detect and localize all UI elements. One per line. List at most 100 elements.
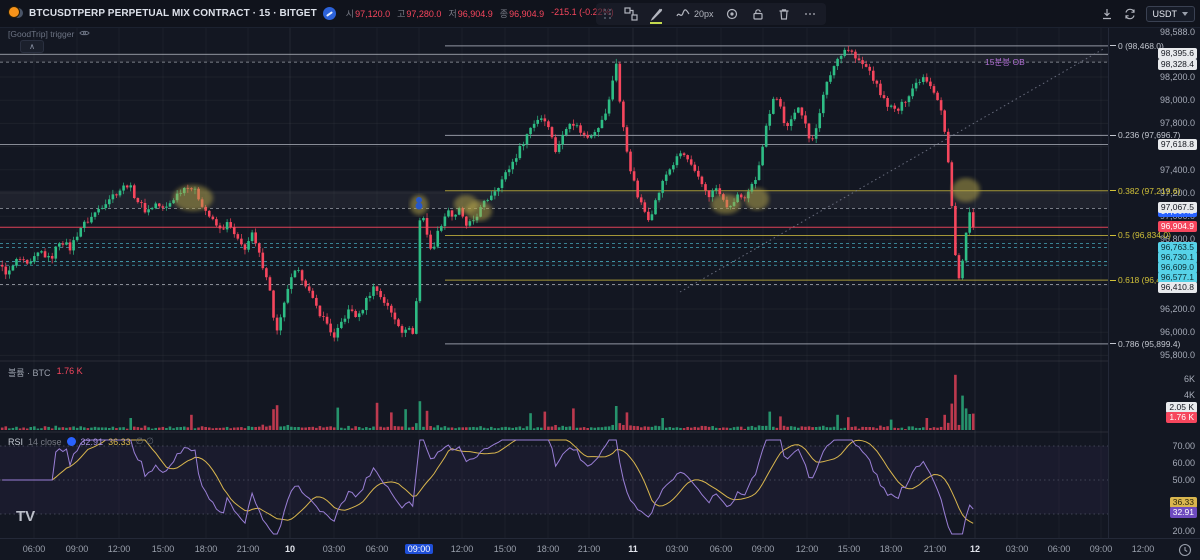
time-tick: 03:00 — [1005, 544, 1029, 554]
time-tick: 03:00 — [665, 544, 689, 554]
time-tick: 11 — [628, 544, 638, 554]
fib-label-text: 0 (98,468.0) — [1118, 40, 1164, 51]
rsi-params: 14 close — [28, 436, 62, 447]
volume-value: 1.76 K — [56, 366, 83, 376]
chart-canvas[interactable] — [0, 28, 1108, 538]
high-label: 고 — [397, 8, 406, 19]
freehand-brush-icon[interactable] — [675, 7, 690, 22]
time-tick: 10 — [284, 544, 295, 554]
time-tick: 09:00 — [397, 544, 441, 554]
brush-size-label[interactable]: 20px — [694, 9, 714, 19]
rsi-value: 32.91 — [80, 436, 104, 447]
fib-level-label: 0.786 (95,899.4) — [1110, 339, 1180, 349]
volume-pane-legend[interactable]: 볼륨 · BTC 1.76 K — [8, 366, 83, 379]
price-tick: 97,800.0 — [1159, 118, 1195, 129]
pencil-icon[interactable] — [649, 7, 664, 24]
top-right-controls: USDT — [1100, 3, 1195, 25]
volume-series — [0, 374, 975, 430]
symbol-coin-icon — [8, 5, 23, 21]
symbol-row[interactable]: BTCUSDTPERP PERPETUAL MIX CONTRACT · 15 … — [8, 4, 614, 22]
low-value: 96,904.9 — [457, 8, 493, 19]
rsi-tick: 50.00 — [1172, 475, 1195, 485]
price-tick: 97,400.0 — [1159, 164, 1195, 175]
close-label: 종 — [499, 8, 509, 19]
ohlc-legend: 시97,120.0 고97,280.0 저96,904.9 종96,904.9 … — [346, 7, 614, 20]
timezone-clock-icon[interactable] — [1178, 543, 1192, 557]
more-options-icon[interactable] — [803, 7, 818, 22]
time-tick: 18:00 — [194, 544, 218, 554]
time-tick: 18:00 — [536, 544, 560, 554]
rsi-title: RSI — [8, 436, 24, 447]
target-icon[interactable] — [725, 7, 740, 22]
fib-tick-mark — [1110, 134, 1116, 136]
highlight-blob — [952, 178, 980, 202]
rsi-empty-values: ∅ ∅ — [135, 436, 154, 446]
time-tick: 21:00 — [577, 544, 601, 554]
time-tick: 15:00 — [837, 544, 861, 554]
refresh-icon[interactable] — [1123, 7, 1138, 22]
high-value: 97,280.0 — [406, 8, 442, 19]
open-value: 97,120.0 — [355, 8, 391, 19]
price-tick: 95,800.0 — [1159, 350, 1195, 361]
price-tick: 98,588.0 — [1159, 26, 1195, 37]
fib-tick-mark — [1110, 234, 1116, 236]
time-tick: 12:00 — [450, 544, 474, 554]
time-tick: 06:00 — [22, 544, 46, 554]
top-toolbar: BTCUSDTPERP PERPETUAL MIX CONTRACT · 15 … — [0, 0, 1200, 28]
rsi-source-icon — [66, 437, 76, 446]
rsi-ma-value: 36.33 — [108, 436, 131, 447]
broker-icon — [322, 6, 336, 20]
time-tick: 21:00 — [923, 544, 947, 554]
chart-marker — [415, 202, 423, 210]
time-tick: 12:00 — [1131, 544, 1155, 554]
time-tick: 09:00 — [1089, 544, 1113, 554]
chart-marker — [416, 197, 422, 203]
time-tick: 15:00 — [493, 544, 517, 554]
currency-dropdown[interactable]: USDT — [1145, 6, 1195, 22]
rsi-pane-legend[interactable]: RSI 14 close 32.91 36.33 ∅ ∅ — [8, 436, 154, 447]
price-tick: 96,000.0 — [1159, 327, 1195, 338]
price-badge: 98,395.6 — [1157, 48, 1197, 59]
price-badge: 96,410.8 — [1157, 282, 1197, 293]
chart-title[interactable]: BTCUSDTPERP PERPETUAL MIX CONTRACT · 15 … — [29, 8, 317, 19]
time-axis[interactable]: 06:00 09:00 12:00 15:00 18:00 21:00 10 03:00 06:… — [0, 538, 1200, 560]
download-icon[interactable] — [1100, 7, 1115, 22]
volume-label: 볼륨 · BTC — [8, 368, 51, 378]
tradingview-chart-app: BTCUSDTPERP PERPETUAL MIX CONTRACT · 15 … — [0, 0, 1200, 560]
fib-label-text: 0.786 (95,899.4) — [1118, 338, 1181, 349]
time-tick: 09:00 — [751, 544, 775, 554]
drawing-toolbar: 20px — [596, 3, 826, 25]
highlight-blob — [466, 201, 492, 221]
indicator-row-script[interactable]: [GoodTrip] trigger — [8, 29, 90, 39]
fib-label-text: 0.382 (97,219.6) — [1118, 185, 1181, 196]
highlight-blob — [745, 188, 769, 210]
chevron-down-icon — [1182, 12, 1188, 16]
volume-tick: 4K — [1183, 390, 1195, 400]
price-axis[interactable]: 98,588.0 98,200.0 98,000.0 97,800.0 97,400.0… — [1108, 0, 1200, 538]
time-tick: 21:00 — [236, 544, 260, 554]
time-tick: 06:00 — [365, 544, 389, 554]
time-tick: 09:00 — [65, 544, 89, 554]
lock-icon[interactable] — [751, 7, 766, 22]
highlight-blob — [711, 194, 741, 214]
open-label: 시 — [345, 8, 355, 19]
collapse-legend-button[interactable]: ∧ — [20, 40, 44, 53]
fib-tick-mark — [1110, 343, 1116, 345]
object-tree-icon[interactable] — [623, 7, 638, 22]
rsi-tick: 70.00 — [1172, 441, 1195, 451]
eye-icon[interactable] — [79, 29, 90, 39]
drag-handle-icon[interactable] — [604, 9, 612, 19]
currency-value: USDT — [1152, 9, 1178, 19]
price-badge: 96,904.9 — [1157, 221, 1197, 232]
fib-tick-mark — [1110, 279, 1116, 281]
low-label: 저 — [448, 8, 457, 19]
time-tick: 06:00 — [709, 544, 733, 554]
trash-icon[interactable] — [777, 7, 792, 22]
price-zone-band — [0, 54, 1108, 63]
price-axis-border — [1108, 28, 1109, 538]
tradingview-logo[interactable]: TV — [16, 508, 35, 525]
pencil-color-swatch — [650, 21, 662, 24]
time-tick: 18:00 — [879, 544, 903, 554]
price-badge: 97,067.5 — [1157, 202, 1197, 213]
time-tick: 12 — [969, 544, 980, 554]
